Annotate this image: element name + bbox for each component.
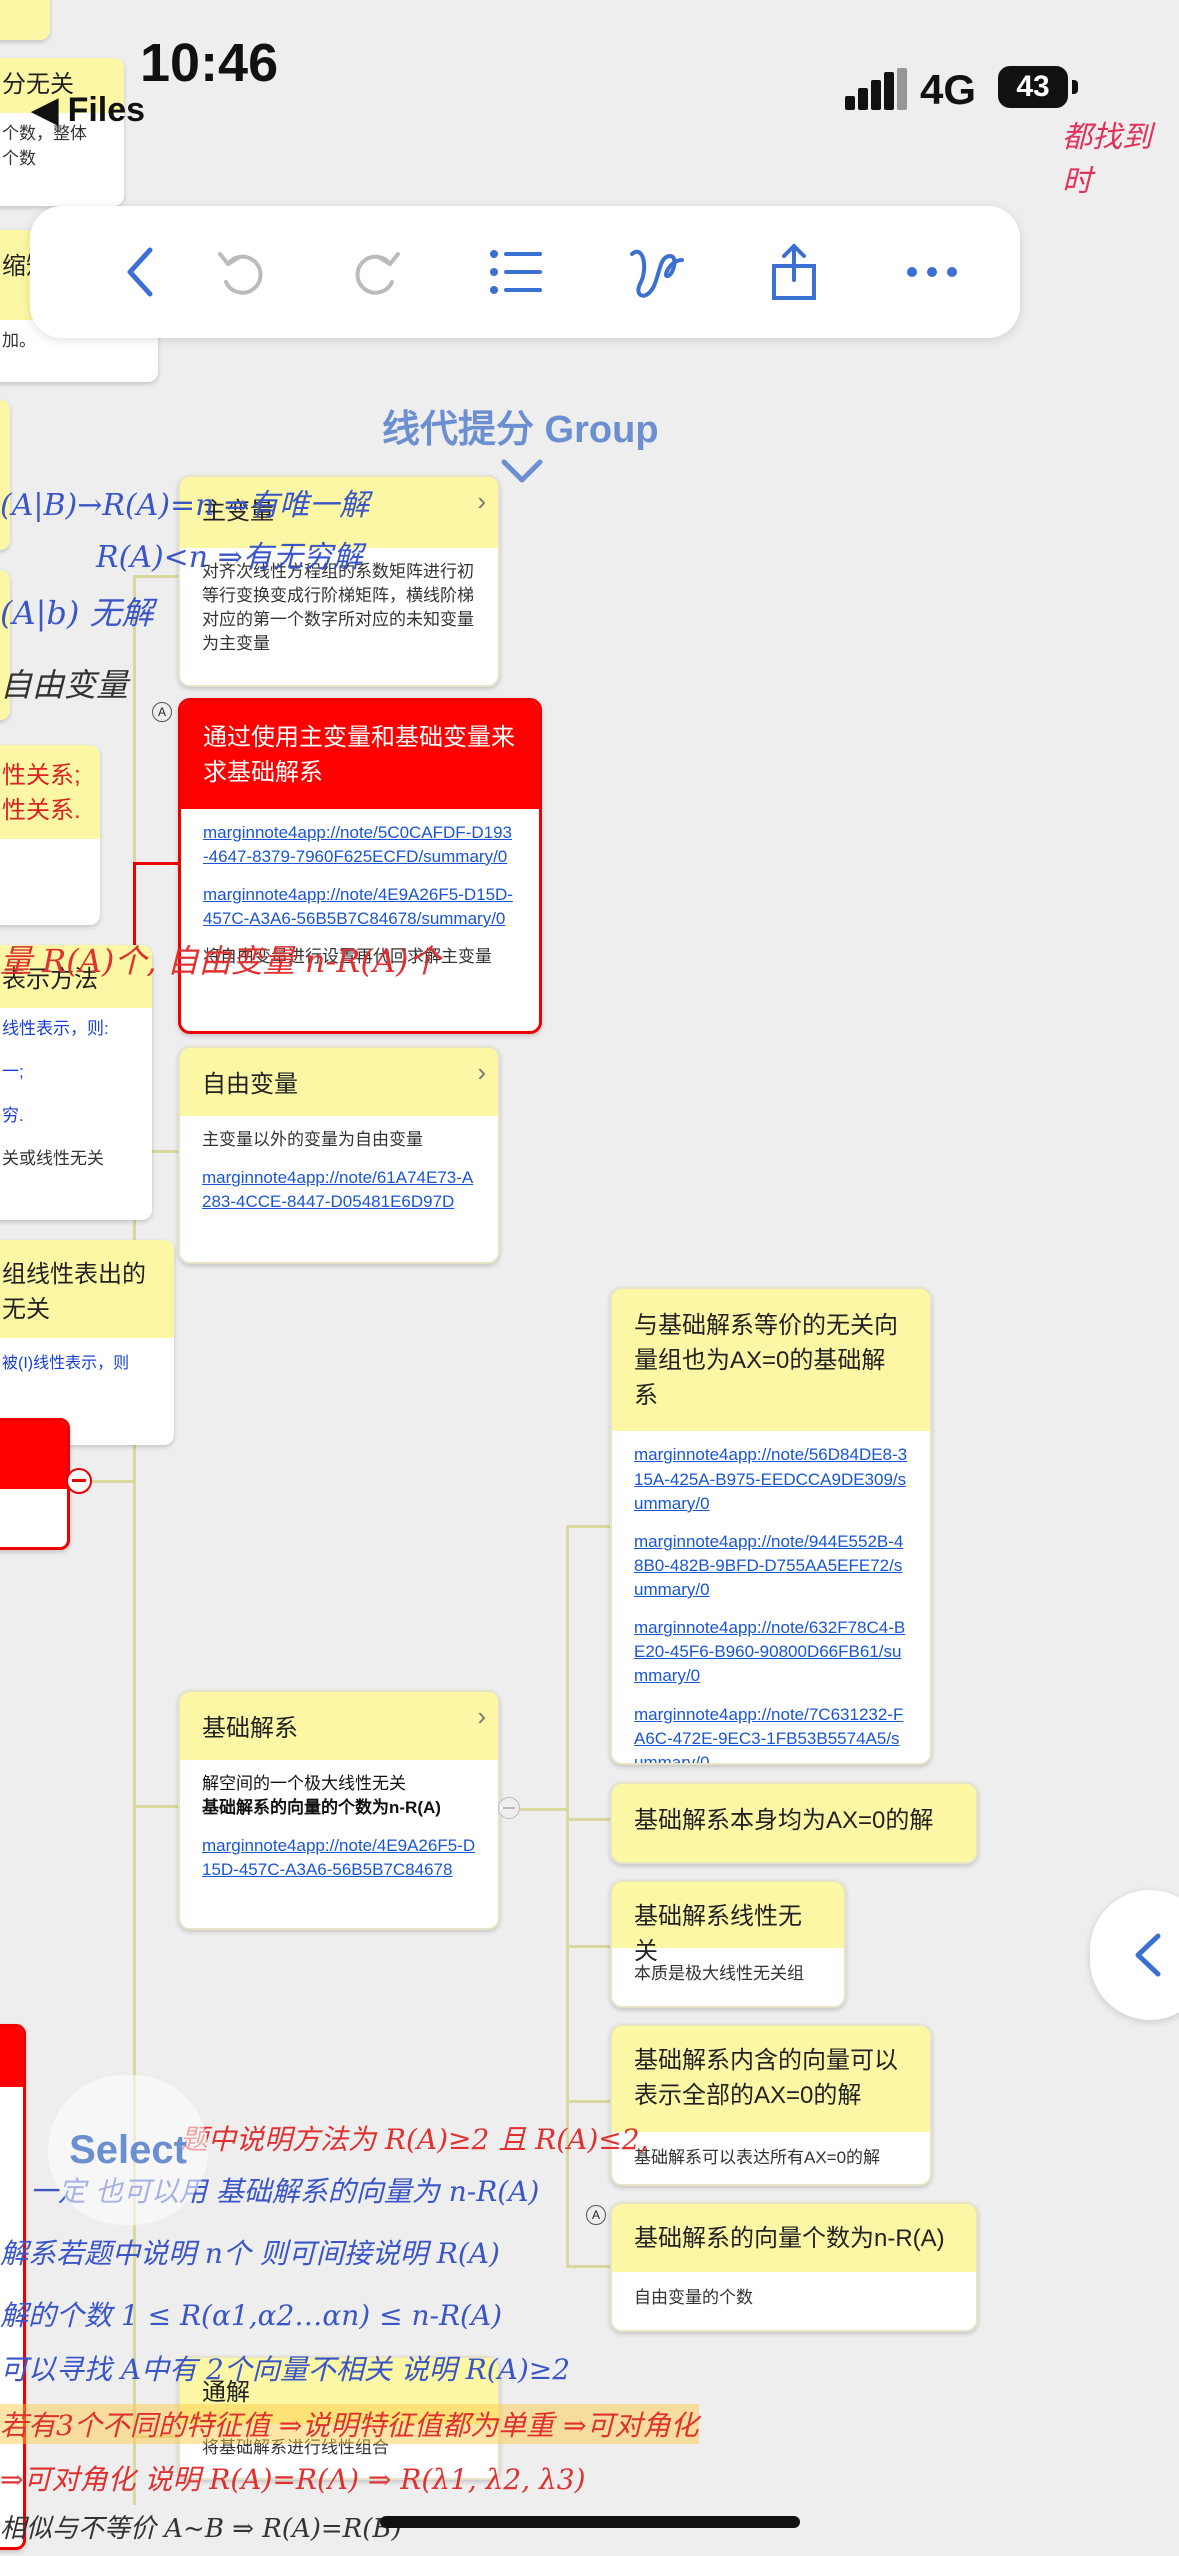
card-title: 基础解系本身均为AX=0的解 [634, 1807, 934, 1834]
note-link[interactable]: marginnote4app://note/4E9A26F5-D15D-457C… [203, 885, 513, 928]
battery-icon: 43 [998, 66, 1068, 108]
chevron-right-icon[interactable]: › [477, 483, 486, 521]
connector [566, 2100, 610, 2103]
group-title[interactable]: 线代提分 Group [382, 398, 659, 453]
left-card-7-line: 穷. [2, 1105, 24, 1125]
card-body: 解空间的一个极大线性无关 [202, 1774, 406, 1793]
left-card-6-line: 性关系. [2, 796, 81, 824]
more-icon[interactable] [892, 232, 972, 312]
card-title: 基础解系的向量个数为n-R(A) [634, 2225, 945, 2252]
card-vector-count[interactable]: 基础解系的向量个数为n-R(A) 自由变量的个数 [610, 2202, 978, 2332]
card-title: 自由变量 [202, 1071, 298, 1098]
collapse-marker-icon[interactable]: A [586, 2205, 606, 2225]
chevron-right-icon[interactable]: › [477, 1054, 486, 1092]
card-self-solution[interactable]: 基础解系本身均为AX=0的解 [610, 1782, 978, 1864]
collapse-marker-icon[interactable]: A [152, 702, 172, 722]
handwriting: ⇒可对角化 说明 R(A)=R(Λ) ⇒ R(λ1, λ2, λ3) [0, 2463, 586, 2496]
handwriting: 题中说明方法为 R(A)≥2 且 R(A)≤2, [180, 2123, 649, 2156]
left-card-6[interactable]: 性关系; 性关系. [0, 745, 100, 925]
card-body: 基础解系的向量的个数为n-R(A) [202, 1798, 441, 1818]
note-link[interactable]: marginnote4app://note/4E9A26F5-D15D-457C… [202, 1836, 475, 1879]
battery-tip [1072, 80, 1078, 94]
home-indicator[interactable] [380, 2516, 800, 2528]
left-card-8-body: 被(I)线性表示，则 [2, 1354, 130, 1372]
left-card-2[interactable]: 分无关 个数，整体 个数 [0, 58, 124, 206]
toolbar [30, 206, 1020, 338]
back-icon[interactable] [102, 232, 182, 312]
share-icon[interactable] [754, 232, 834, 312]
status-time: 10:46 [140, 33, 279, 93]
handwriting: (A|b) 无解 [0, 594, 154, 632]
back-to-files-link[interactable]: ◀ Files [32, 90, 145, 130]
note-link[interactable]: marginnote4app://note/5C0CAFDF-D193-4647… [203, 823, 512, 866]
connector [566, 1818, 610, 1821]
left-card-8-title2: 无关 [2, 1295, 50, 1323]
card-independent[interactable]: 基础解系线性无关 本质是极大线性无关组 [610, 1880, 846, 2008]
left-card-4[interactable] [0, 400, 10, 550]
connector [133, 1805, 179, 1808]
handwriting: R(A)<n ⇒有无穷解 [96, 540, 363, 575]
note-link[interactable]: marginnote4app://note/7C631232-FA6C-472E… [634, 1705, 903, 1763]
card-equivalent-system[interactable]: 与基础解系等价的无关向量组也为AX=0的基础解系 marginnote4app:… [610, 1287, 932, 1765]
card-body: 自由变量的个数 [634, 2288, 753, 2307]
connector [566, 1525, 610, 1528]
left-card-2-line: 个数 [2, 149, 36, 169]
left-card-7-line: 线性表示，则: [2, 1018, 109, 1038]
note-link[interactable]: marginnote4app://note/944E552B-48B0-482B… [634, 1532, 903, 1599]
list-icon[interactable] [476, 232, 556, 312]
card-title: 与基础解系等价的无关向量组也为AX=0的基础解系 [634, 1312, 898, 1409]
handwriting: 量 R(A)个, 自由变量 n-R(A)个 [0, 942, 441, 980]
note-link[interactable]: marginnote4app://note/61A74E73-A283-4CCE… [202, 1168, 473, 1211]
handwriting: (A|B)→R(A)=n ⇒有唯一解 [0, 488, 370, 523]
redo-icon[interactable] [338, 232, 418, 312]
select-button[interactable]: Select [48, 2075, 208, 2225]
card-body: 基础解系可以表达所有AX=0的解 [634, 2147, 881, 2167]
left-card-7-line: 一; [2, 1062, 24, 1082]
scribble-icon[interactable] [616, 232, 696, 312]
handwriting: 可以寻找 A中有 2个向量不相关 说明 R(A)≥2 [0, 2353, 571, 2386]
signal-icon [845, 68, 907, 110]
chevron-down-icon[interactable] [498, 456, 546, 488]
handwriting: 若有3个不同的特征值 ⇒说明特征值都为单重 ⇒可对角化 [0, 2404, 699, 2444]
connector [566, 2265, 610, 2268]
network-type: 4G [920, 66, 977, 113]
left-card-8[interactable]: 组线性表出的 无关 被(I)线性表示，则 [0, 1240, 174, 1445]
undo-icon[interactable] [200, 232, 280, 312]
left-card-red-1[interactable] [0, 1418, 70, 1550]
connector [566, 1945, 610, 1948]
card-free-variable[interactable]: 自由变量 › 主变量以外的变量为自由变量 marginnote4app://no… [178, 1046, 500, 1264]
collapse-icon[interactable] [66, 1468, 92, 1494]
left-card-6-line: 性关系; [2, 762, 81, 789]
handwriting: 自由变量 [0, 666, 129, 704]
card-title: 基础解系内含的向量可以表示全部的AX=0的解 [634, 2047, 898, 2109]
handwriting: 相似与不等价 A~B ⇒ R(A)=R(B) [0, 2514, 402, 2544]
handwriting: 都找到时 [1062, 120, 1152, 199]
left-card-7[interactable]: 表示方法 线性表示，则: 一; 穷. 关或线性无关 [0, 945, 152, 1220]
chevron-left-icon [1135, 1933, 1161, 1977]
handwriting: 解系若题中说明 n个 则可间接说明 R(A) [0, 2237, 500, 2270]
note-link[interactable]: marginnote4app://note/56D84DE8-315A-425A… [634, 1445, 907, 1512]
card-represents-all[interactable]: 基础解系内含的向量可以表示全部的AX=0的解 基础解系可以表达所有AX=0的解 [610, 2024, 932, 2186]
connector-red [133, 862, 179, 865]
card-basic-by-vars[interactable]: 通过使用主变量和基础变量来求基础解系 marginnote4app://note… [178, 698, 542, 1034]
note-link[interactable]: marginnote4app://note/632F78C4-BE20-45F6… [634, 1618, 905, 1685]
left-card-7-line: 关或线性无关 [2, 1149, 104, 1169]
card-title: 基础解系 [202, 1715, 298, 1742]
chevron-right-icon[interactable]: › [477, 1698, 486, 1736]
left-card-1[interactable] [0, 0, 50, 40]
collapse-marker-icon[interactable] [498, 1797, 520, 1819]
side-panel-toggle[interactable] [1090, 1890, 1179, 2020]
handwriting: 解的个数 1 ≤ R(α1,α2…αn) ≤ n-R(A) [0, 2299, 503, 2332]
card-basic-solution-system[interactable]: 基础解系 › 解空间的一个极大线性无关 基础解系的向量的个数为n-R(A) ma… [178, 1690, 500, 1930]
card-title: 通过使用主变量和基础变量来求基础解系 [203, 724, 515, 786]
left-card-8-title: 组线性表出的 [2, 1261, 146, 1288]
card-body: 主变量以外的变量为自由变量 [202, 1130, 423, 1149]
